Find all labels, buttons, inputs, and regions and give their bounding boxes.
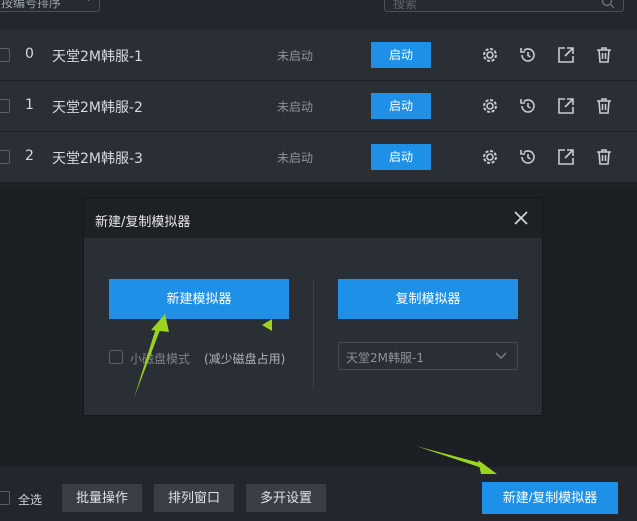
select-all-checkbox[interactable] xyxy=(0,491,10,505)
row-index: 2 xyxy=(25,148,34,164)
new-copy-dialog: 新建/复制模拟器 新建模拟器 复制模拟器 小磁盘模式 (减少磁盘占用) 天堂2M… xyxy=(83,197,543,416)
chevron-down-icon xyxy=(495,352,507,359)
copy-source-value: 天堂2M韩服-1 xyxy=(346,351,424,365)
search-placeholder: 搜索 xyxy=(393,0,418,11)
dialog-header: 新建/复制模拟器 xyxy=(84,198,542,238)
dialog-divider xyxy=(313,280,314,390)
trash-icon[interactable] xyxy=(594,96,614,116)
row-checkbox[interactable] xyxy=(0,48,10,62)
sort-select[interactable]: 按编号排序 ▼ xyxy=(0,0,100,12)
start-button[interactable]: 启动 xyxy=(371,144,431,170)
small-disk-label: 小磁盘模式 xyxy=(130,352,191,366)
row-index: 1 xyxy=(25,97,34,113)
select-all-label: 全选 xyxy=(18,493,43,507)
table-row: 0 天堂2M韩服-1 未启动 启动 xyxy=(0,30,637,81)
start-button[interactable]: 启动 xyxy=(371,93,431,119)
export-icon[interactable] xyxy=(556,147,576,167)
history-icon[interactable] xyxy=(518,45,538,65)
new-emulator-button[interactable]: 新建模拟器 xyxy=(109,279,289,319)
history-icon[interactable] xyxy=(518,147,538,167)
arrange-windows-button[interactable]: 排列窗口 xyxy=(154,484,234,512)
export-icon[interactable] xyxy=(556,96,576,116)
sort-select-label: 按编号排序 xyxy=(1,0,62,10)
row-checkbox[interactable] xyxy=(0,99,10,113)
multi-instance-settings-button[interactable]: 多开设置 xyxy=(246,484,326,512)
row-checkbox[interactable] xyxy=(0,150,10,164)
table-row: 2 天堂2M韩服-3 未启动 启动 xyxy=(0,132,637,183)
search-input[interactable]: 搜索 xyxy=(384,0,624,12)
copy-emulator-button[interactable]: 复制模拟器 xyxy=(338,279,518,319)
row-name: 天堂2M韩服-1 xyxy=(52,49,143,65)
small-disk-hint: (减少磁盘占用) xyxy=(204,352,286,366)
emulator-list: 0 天堂2M韩服-1 未启动 启动 1 天堂2M韩服-2 未启动 启动 2 天堂… xyxy=(0,30,637,183)
copy-source-select[interactable]: 天堂2M韩服-1 xyxy=(338,342,518,370)
close-icon[interactable] xyxy=(512,209,530,227)
row-status: 未启动 xyxy=(277,49,314,63)
top-bar: 按编号排序 ▼ 搜索 xyxy=(0,0,637,30)
chevron-down-icon: ▼ xyxy=(85,0,92,3)
history-icon[interactable] xyxy=(518,96,538,116)
gear-icon[interactable] xyxy=(480,147,500,167)
batch-operation-button[interactable]: 批量操作 xyxy=(62,484,142,512)
row-index: 0 xyxy=(25,46,34,62)
row-status: 未启动 xyxy=(277,100,314,114)
row-name: 天堂2M韩服-2 xyxy=(52,100,143,116)
row-status: 未启动 xyxy=(277,151,314,165)
table-row: 1 天堂2M韩服-2 未启动 启动 xyxy=(0,81,637,132)
gear-icon[interactable] xyxy=(480,45,500,65)
search-icon xyxy=(601,0,615,9)
start-button[interactable]: 启动 xyxy=(371,42,431,68)
trash-icon[interactable] xyxy=(594,45,614,65)
trash-icon[interactable] xyxy=(594,147,614,167)
dialog-title: 新建/复制模拟器 xyxy=(95,215,191,230)
gear-icon[interactable] xyxy=(480,96,500,116)
export-icon[interactable] xyxy=(556,45,576,65)
new-copy-emulator-button[interactable]: 新建/复制模拟器 xyxy=(482,482,618,514)
row-name: 天堂2M韩服-3 xyxy=(52,151,143,167)
bottom-toolbar: 全选 批量操作 排列窗口 多开设置 新建/复制模拟器 xyxy=(0,467,637,521)
small-disk-checkbox[interactable] xyxy=(109,350,123,364)
